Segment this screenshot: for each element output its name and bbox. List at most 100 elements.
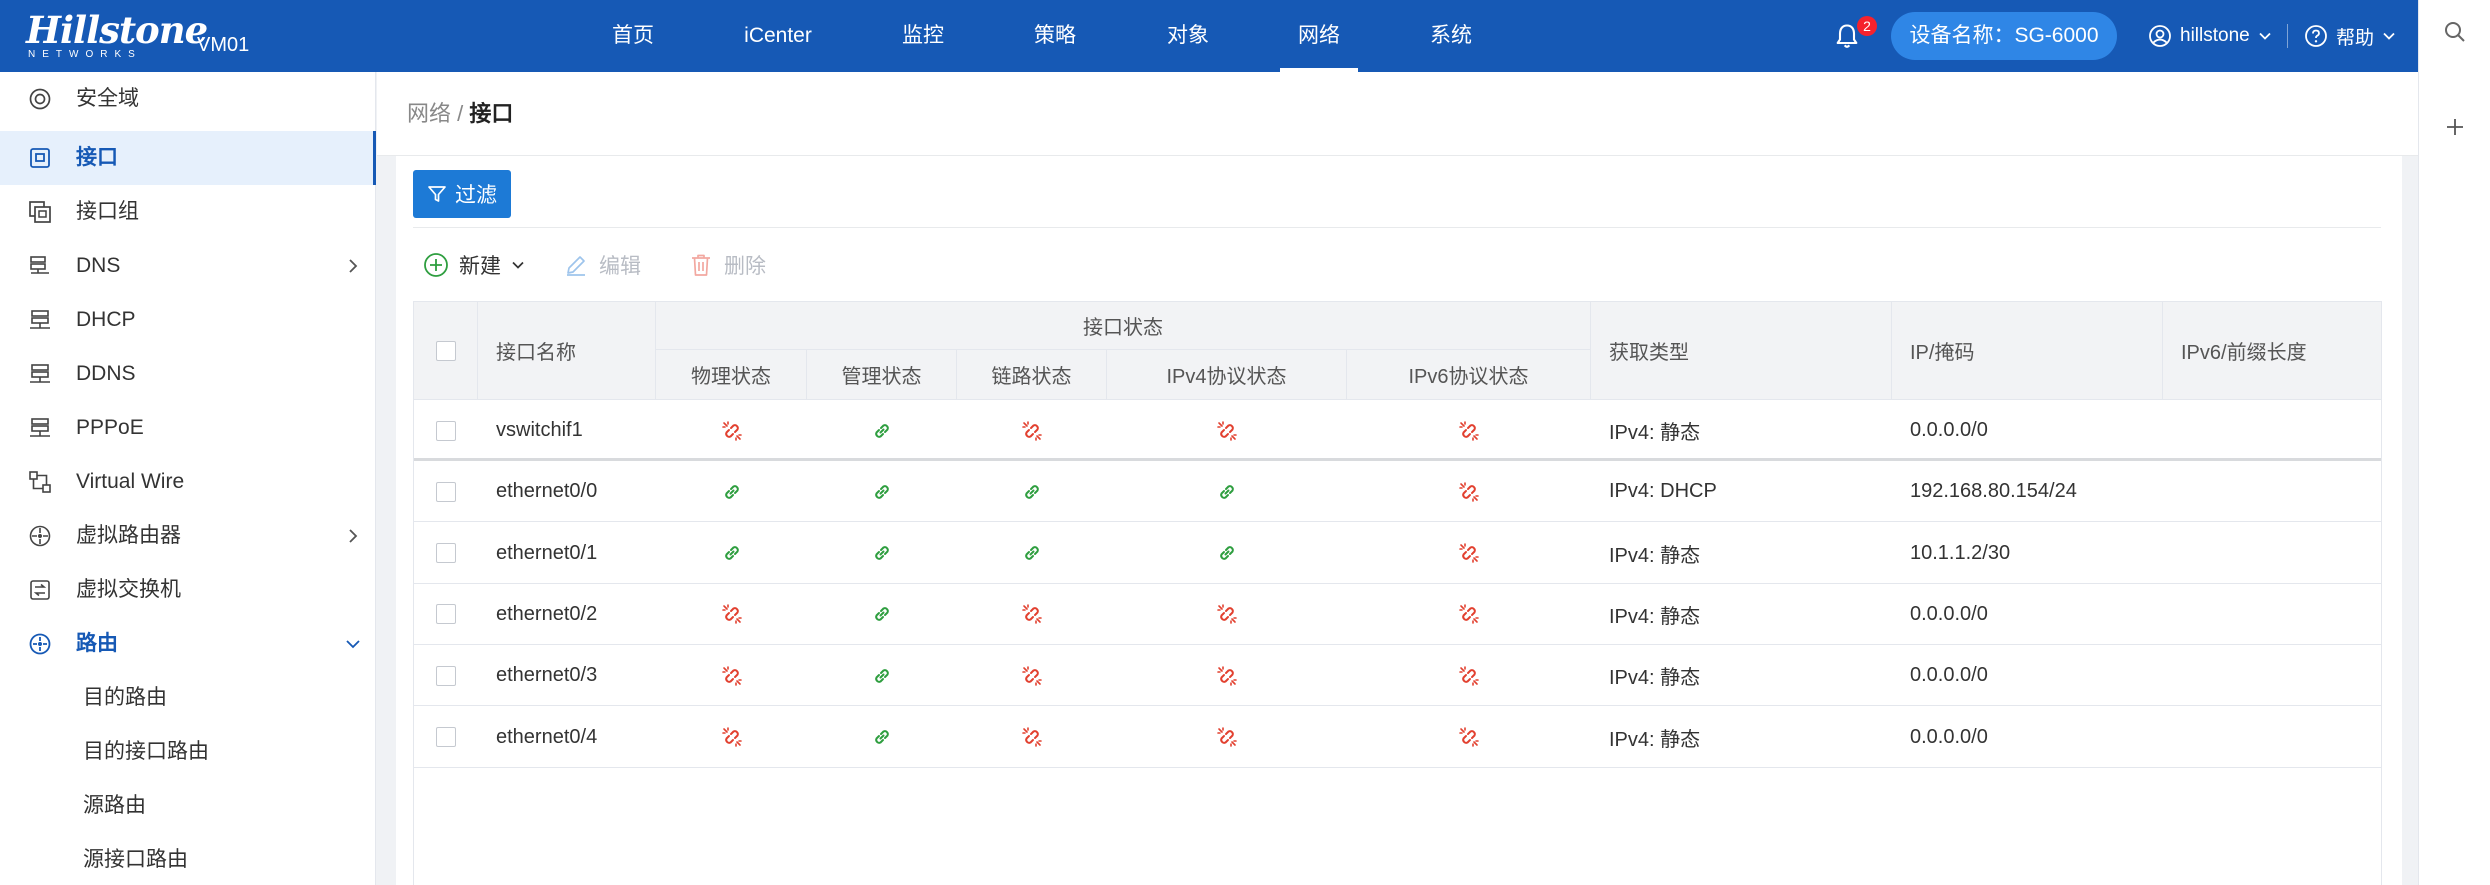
help-menu[interactable]: 帮助 (2304, 20, 2396, 52)
ddns-icon (30, 364, 50, 383)
interface-name[interactable]: ethernet0/0 (496, 461, 656, 522)
row-select-cell (414, 584, 478, 645)
row-checkbox[interactable] (436, 604, 456, 625)
sidebar-item-virtual-switch[interactable]: 虚拟交换机 (0, 563, 376, 617)
interface-name[interactable]: ethernet0/3 (496, 645, 656, 706)
sidebar-item-interface[interactable]: 接口 (0, 131, 376, 185)
status-cell (712, 523, 752, 584)
sidebar-subitem-source-interface-route[interactable]: 源接口路由 (0, 833, 376, 885)
filter-label: 过滤 (455, 184, 497, 207)
filter-icon (428, 186, 446, 202)
search-icon[interactable] (2443, 20, 2467, 44)
status-cell (712, 400, 752, 461)
ipv6-prefix (2181, 523, 2377, 584)
col-header-ipv4-protocol[interactable]: IPv4协议状态 (1107, 350, 1347, 400)
ipv6-prefix (2181, 645, 2377, 706)
nav-icenter[interactable]: iCenter (744, 0, 812, 72)
row-select-cell (414, 523, 478, 584)
dns-icon (30, 256, 49, 274)
sidebar-item-routing[interactable]: 路由 (0, 617, 376, 671)
sidebar-item-pppoe[interactable]: PPPoE (0, 401, 376, 455)
col-header-ip[interactable]: IP/掩码 (1892, 302, 2163, 400)
status-cell (862, 707, 902, 768)
sidebar: 安全域 接口 接口组 DNS DHCP DDNS PPPoE Virtual W… (0, 72, 376, 885)
col-header-ipv6-protocol[interactable]: IPv6协议状态 (1347, 350, 1591, 400)
link-broken-icon (1459, 420, 1479, 441)
right-tool-rail (2418, 0, 2490, 885)
status-cell (862, 584, 902, 645)
ipv6-prefix (2181, 707, 2377, 768)
sidebar-item-dns[interactable]: DNS (0, 239, 376, 293)
link-broken-icon (1217, 727, 1237, 747)
col-header-ipv6[interactable]: IPv6/前缀长度 (2163, 302, 2381, 400)
trash-icon (692, 254, 710, 276)
table-row[interactable]: ethernet0/4 IPv4: 静态 0.0.0.0/0 (414, 707, 2381, 768)
col-header-link[interactable]: 链路状态 (957, 350, 1107, 400)
col-header-type[interactable]: 获取类型 (1591, 302, 1892, 400)
nav-monitor[interactable]: 监控 (902, 0, 944, 72)
sidebar-item-label: Virtual Wire (76, 470, 185, 493)
sidebar-item-virtual-router[interactable]: 虚拟路由器 (0, 509, 376, 563)
acquire-type: IPv4: 静态 (1609, 544, 1701, 567)
link-broken-icon (1459, 481, 1479, 502)
interface-icon (30, 148, 50, 168)
sidebar-subitem-destination-interface-route[interactable]: 目的接口路由 (0, 725, 376, 779)
row-checkbox[interactable] (436, 481, 456, 502)
row-checkbox[interactable] (436, 420, 456, 441)
status-cell (862, 645, 902, 706)
table-row[interactable]: ethernet0/3 IPv4: 静态 0.0.0.0/0 (414, 645, 2381, 707)
link-icon (1220, 546, 1234, 560)
ip-mask: 0.0.0.0/0 (1910, 664, 1988, 687)
breadcrumb-current: 接口 (469, 101, 514, 126)
row-checkbox[interactable] (436, 727, 456, 747)
sidebar-item-dhcp[interactable]: DHCP (0, 293, 376, 347)
link-broken-icon (722, 665, 742, 686)
sidebar-subitem-destination-route[interactable]: 目的路由 (0, 671, 376, 725)
sidebar-item-label: 接口组 (76, 200, 139, 223)
breadcrumb: 网络 / 接口 (407, 94, 513, 134)
filter-button[interactable]: 过滤 (413, 170, 511, 218)
nav-objects[interactable]: 对象 (1167, 0, 1209, 72)
select-all-checkbox[interactable] (435, 340, 456, 361)
interface-name[interactable]: ethernet0/4 (496, 707, 656, 768)
nav-home[interactable]: 首页 (612, 0, 654, 72)
link-broken-icon (1022, 604, 1042, 625)
sidebar-item-virtual-wire[interactable]: Virtual Wire (0, 455, 376, 509)
device-name-pill[interactable]: 设备名称：SG-6000 (1891, 12, 2117, 60)
sidebar-item-label: 安全域 (76, 87, 139, 110)
interface-name[interactable]: ethernet0/2 (496, 584, 656, 645)
link-icon (875, 607, 889, 622)
delete-button[interactable]: 删除 (688, 248, 766, 282)
nav-network[interactable]: 网络 (1280, 0, 1358, 72)
col-header-name[interactable]: 接口名称 (478, 302, 656, 400)
interface-name[interactable]: vswitchif1 (496, 400, 656, 461)
table-row[interactable]: ethernet0/1 IPv4: 静态 10.1.1.2/30 (414, 523, 2381, 584)
status-cell (862, 461, 902, 522)
interface-name[interactable]: ethernet0/1 (496, 523, 656, 584)
virtual-switch-icon (30, 580, 50, 600)
table-row[interactable]: ethernet0/2 IPv4: 静态 0.0.0.0/0 (414, 584, 2381, 645)
table-row[interactable]: vswitchif1 IPv4: 静态 0.0.0.0/0 (414, 400, 2381, 461)
plus-icon[interactable] (2443, 115, 2467, 139)
col-header-admin[interactable]: 管理状态 (807, 350, 957, 400)
link-icon (725, 546, 739, 560)
user-menu[interactable]: hillstone (2148, 20, 2272, 52)
row-checkbox[interactable] (436, 543, 456, 564)
row-checkbox[interactable] (436, 665, 456, 686)
sidebar-item-interface-group[interactable]: 接口组 (0, 185, 376, 239)
link-broken-icon (1459, 604, 1479, 625)
breadcrumb-parent[interactable]: 网络 / (407, 101, 463, 126)
pppoe-icon (30, 418, 50, 437)
sidebar-subitem-source-route[interactable]: 源路由 (0, 779, 376, 833)
edit-button[interactable]: 编辑 (563, 248, 641, 282)
new-button[interactable]: 新建 (423, 248, 525, 282)
acquire-type: IPv4: 静态 (1609, 728, 1701, 751)
hillstone-logo[interactable]: Hillstone NETWORKS (26, 10, 208, 62)
sidebar-item-security-zone[interactable]: 安全域 (0, 72, 376, 126)
sidebar-item-ddns[interactable]: DDNS (0, 347, 376, 401)
table-row[interactable]: ethernet0/0 IPv4: DHCP 192.168.80.154/24 (414, 461, 2381, 523)
nav-policy[interactable]: 策略 (1034, 0, 1076, 72)
nav-system[interactable]: 系统 (1430, 0, 1472, 72)
col-header-physical[interactable]: 物理状态 (656, 350, 807, 400)
status-cell (1012, 461, 1052, 522)
